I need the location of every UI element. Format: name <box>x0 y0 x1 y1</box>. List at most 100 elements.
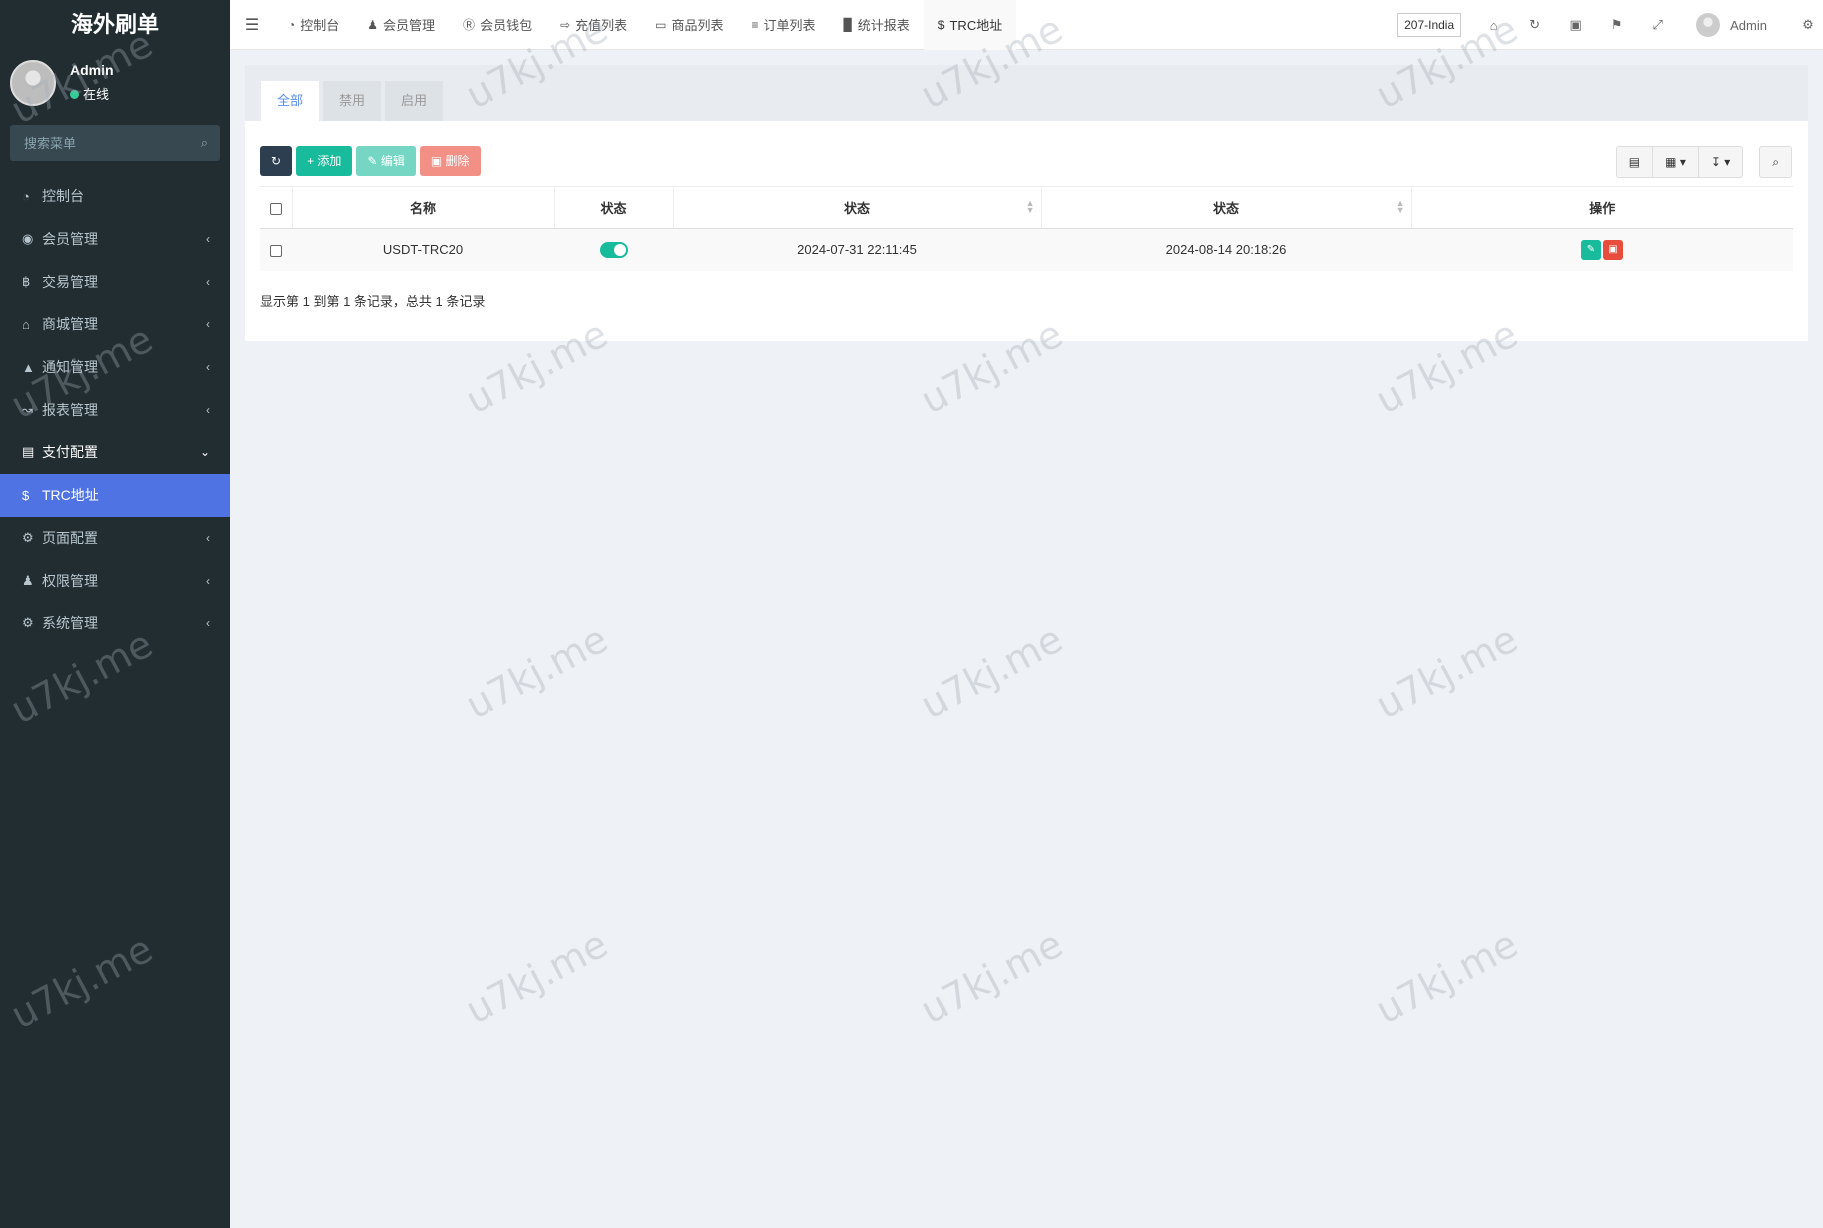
tab-orders[interactable]: ≡ 订单列表 <box>738 0 830 50</box>
chevron-left-icon: ‹ <box>206 317 210 332</box>
line-chart-icon: ↝ <box>22 401 33 417</box>
watermark: u7kj.me <box>913 616 1070 728</box>
dollar-icon: $ <box>22 487 30 503</box>
chevron-left-icon: ‹ <box>206 530 210 545</box>
chevron-left-icon: ‹ <box>206 360 210 375</box>
search-button[interactable]: ⌕ <box>1759 146 1792 178</box>
user-circle-icon: ◉ <box>22 231 34 247</box>
add-button[interactable]: + 添加 <box>296 146 353 176</box>
trash-icon: ▣ <box>1608 243 1618 255</box>
sort-icon: ▲ ▼ <box>1395 198 1405 215</box>
sidebar-item-page-config[interactable]: ⚙ 页面配置 ‹ <box>0 517 230 560</box>
th-icon: ▦ ▾ <box>1665 155 1686 169</box>
sidebar-item-mall[interactable]: ⌂ 商城管理 ‹ <box>0 303 230 346</box>
sidebar-item-label: 交易管理 <box>42 273 98 290</box>
dashboard-icon: ◔ <box>288 17 296 32</box>
sidebar-item-members[interactable]: ◉ 会员管理 ‹ <box>0 218 230 261</box>
refresh-icon[interactable]: ↻ <box>1514 17 1555 33</box>
tab-stats[interactable]: ▉ 统计报表 <box>830 0 924 50</box>
status-toggle[interactable] <box>599 242 628 259</box>
sidebar-item-dashboard[interactable]: ◔ 控制台 <box>0 175 230 218</box>
bitcoin-icon: ฿ <box>22 273 31 289</box>
view-tools: ▤ ▦ ▾ ↧ ▾ <box>1615 146 1744 178</box>
dollar-icon: $ <box>937 17 945 32</box>
filter-tabs: 全部 禁用 启用 <box>245 65 1808 121</box>
actions-cell: ✎ ▣ <box>1411 228 1793 271</box>
fullscreen-icon[interactable]: ⤢ <box>1637 17 1678 33</box>
desktop-icon: ▭ <box>655 17 667 32</box>
select-all-checkbox[interactable] <box>269 202 282 215</box>
tab-trc-address[interactable]: $ TRC地址 <box>923 0 1017 50</box>
watermark: u7kj.me <box>458 921 615 1033</box>
edit-button[interactable]: ✎ 编辑 <box>356 146 416 176</box>
avatar[interactable] <box>1696 13 1721 37</box>
navbar-right: 207-India ⌂ ↻ ▣ ⚑ ⤢ Admin ⚙ <box>1397 0 1823 50</box>
wallet-icon: Ⓡ <box>463 18 476 32</box>
chevron-left-icon: ‹ <box>206 402 210 417</box>
app-logo[interactable]: 海外刷单 <box>0 0 230 50</box>
tab-label: 控制台 <box>300 18 340 33</box>
tab-label: 统计报表 <box>857 18 910 33</box>
row-edit-button[interactable]: ✎ <box>1581 239 1601 260</box>
tab-disabled[interactable]: 禁用 <box>323 81 382 121</box>
chevron-left-icon: ‹ <box>206 573 210 588</box>
sidebar-item-payment[interactable]: ▤ 支付配置 ⌄ <box>0 431 230 474</box>
row-delete-button[interactable]: ▣ <box>1603 239 1623 260</box>
menu-search-input[interactable] <box>10 125 220 161</box>
sidebar-item-trading[interactable]: ฿ 交易管理 ‹ <box>0 260 230 303</box>
sidebar-item-trc-address[interactable]: $ TRC地址 <box>0 473 230 517</box>
sidebar-item-label: 商城管理 <box>42 316 98 333</box>
bell-icon: ▲ <box>22 359 35 375</box>
user-icon: ♟ <box>367 17 379 32</box>
sidebar-item-label: 权限管理 <box>42 572 98 589</box>
refresh-button[interactable]: ↻ <box>260 146 293 176</box>
sidebar-item-reports[interactable]: ↝ 报表管理 ‹ <box>0 388 230 431</box>
column-header-label: 状态 <box>1212 201 1239 216</box>
tab-enabled[interactable]: 启用 <box>385 81 444 121</box>
home-icon: ⌂ <box>22 316 30 332</box>
sidebar-item-label: 通知管理 <box>42 359 98 376</box>
sort-icon: ▲ ▼ <box>1025 198 1035 215</box>
tab-recharge[interactable]: ⇨ 充值列表 <box>546 0 641 50</box>
tab-products[interactable]: ▭ 商品列表 <box>641 0 737 50</box>
translate-icon[interactable]: ⚑ <box>1596 17 1637 33</box>
column-header-sortable[interactable]: 状态 ▲ ▼ <box>672 186 1041 229</box>
tab-label: 会员钱包 <box>480 18 533 33</box>
list-alt-icon: ▤ <box>1628 155 1641 169</box>
home-icon[interactable]: ⌂ <box>1473 18 1514 33</box>
edit-label: 编辑 <box>380 154 405 168</box>
admin-name[interactable]: Admin <box>1730 18 1767 33</box>
hamburger-menu-icon[interactable]: ☰ <box>230 15 274 35</box>
tab-wallet[interactable]: Ⓡ 会员钱包 <box>449 0 546 50</box>
table-row: USDT-TRC20 2024-07-31 22:11:45 2024-08-1… <box>260 228 1793 271</box>
credit-card-icon: ▤ <box>22 444 35 460</box>
gears-icon: ⚙ <box>22 615 34 631</box>
row-checkbox[interactable] <box>270 244 282 257</box>
column-header[interactable]: 状态 <box>553 186 673 229</box>
tab-dashboard[interactable]: ◔ 控制台 <box>274 0 353 50</box>
trash-icon[interactable]: ▣ <box>1555 17 1596 33</box>
toggle-view-button[interactable]: ▤ <box>1615 146 1654 178</box>
delete-button[interactable]: ▣ 删除 <box>419 146 481 176</box>
gears-icon[interactable]: ⚙ <box>1793 17 1823 33</box>
search-icon[interactable]: ⌕ <box>201 135 208 151</box>
tab-all[interactable]: 全部 <box>261 81 320 121</box>
pencil-icon: ✎ <box>367 154 381 168</box>
sign-in-icon: ⇨ <box>560 17 571 32</box>
chevron-left-icon: ‹ <box>206 232 210 247</box>
column-header[interactable]: 名称 <box>291 186 554 229</box>
top-navbar: ☰ ◔ 控制台 ♟ 会员管理 Ⓡ 会员钱包 ⇨ 充值列表 ▭ 商品列表 ≡ 订单列表 ▉ 统计… <box>230 0 1823 50</box>
name-cell: USDT-TRC20 <box>292 228 554 271</box>
sidebar-item-notifications[interactable]: ▲ 通知管理 ‹ <box>0 346 230 389</box>
column-header-sortable[interactable]: 状态 ▲ ▼ <box>1040 186 1411 229</box>
export-button[interactable]: ↧ ▾ <box>1697 146 1744 178</box>
sidebar-item-label: 页面配置 <box>42 529 98 546</box>
sidebar-item-label: 报表管理 <box>42 401 98 418</box>
tab-members[interactable]: ♟ 会员管理 <box>353 0 449 50</box>
user-status: 在线 <box>70 84 109 103</box>
toolbar: ↻ + 添加 ✎ 编辑 ▣ 删除 <box>260 146 481 176</box>
language-select[interactable]: 207-India <box>1397 13 1462 37</box>
sidebar-item-permissions[interactable]: ♟ 权限管理 ‹ <box>0 559 230 602</box>
columns-button[interactable]: ▦ ▾ <box>1652 146 1699 178</box>
sidebar-item-system[interactable]: ⚙ 系统管理 ‹ <box>0 602 230 645</box>
